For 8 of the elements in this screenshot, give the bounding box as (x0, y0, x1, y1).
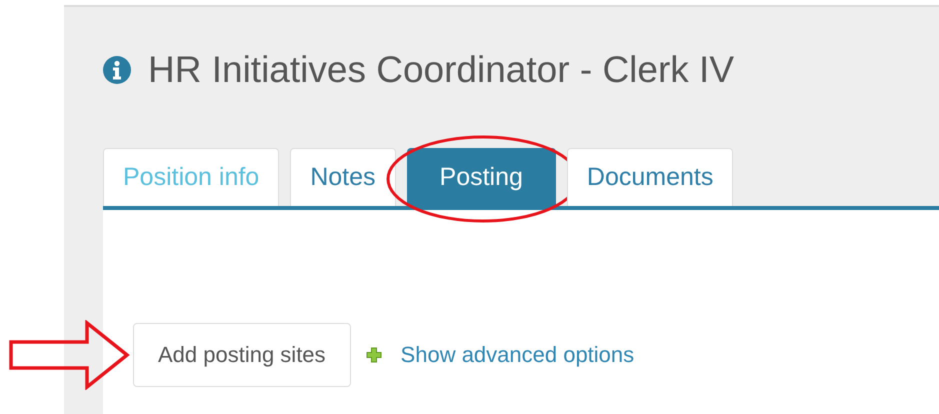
info-icon (103, 56, 131, 84)
tab[interactable]: Documents (566, 148, 734, 206)
plus-icon (366, 347, 382, 363)
show-advanced-options-link[interactable]: Show advanced options (400, 342, 634, 368)
tab[interactable]: Posting (406, 148, 556, 206)
add-posting-sites-button[interactable]: Add posting sites (133, 323, 351, 387)
tab[interactable]: Notes (290, 148, 396, 206)
page-title: HR Initiatives Coordinator - Clerk IV (148, 49, 734, 91)
